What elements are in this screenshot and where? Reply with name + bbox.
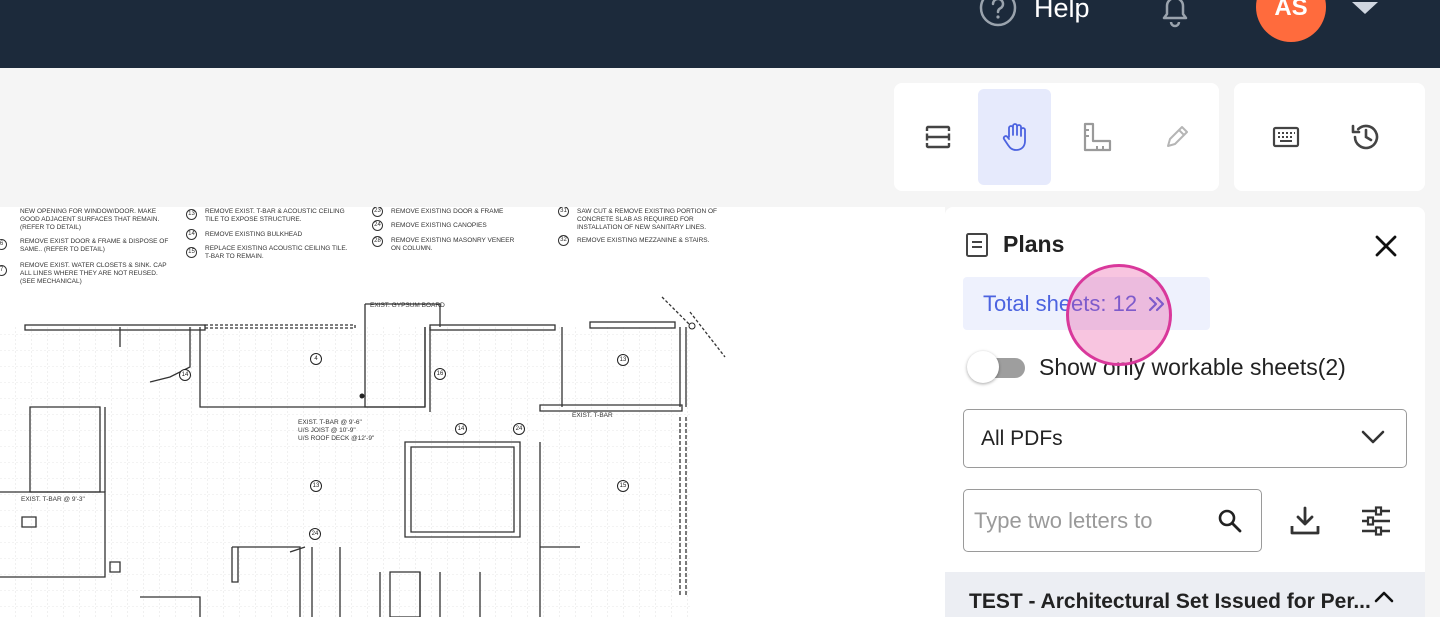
history-button[interactable] (1326, 89, 1406, 185)
drawing-note: EXIST. GYPSUM BOARD (370, 302, 445, 309)
search-icon[interactable] (1217, 508, 1243, 534)
chevron-up-icon (1374, 591, 1394, 603)
toggle-knob (967, 351, 999, 383)
viewer-toolbar (894, 83, 1219, 191)
document-icon (966, 232, 988, 257)
drawing-note: EXIST. T-BAR (572, 412, 613, 419)
keyboard-icon (1272, 126, 1300, 148)
keynote-tag: 24 (513, 423, 525, 435)
floor-plan-drawing (0, 296, 726, 617)
plan-set-header[interactable]: TEST - Architectural Set Issued for Per.… (945, 572, 1425, 617)
help-label: Help (1034, 0, 1090, 23)
sheet-search-input[interactable] (974, 507, 1189, 534)
history-icon (1351, 124, 1379, 150)
workable-sheets-toggle-row: Show only workable sheets(2) (967, 349, 1346, 385)
sheet-search-field (963, 489, 1262, 552)
keynote-tag: 14 (455, 423, 467, 435)
click-indicator (1066, 264, 1172, 366)
plans-panel: Plans Total sheets: 12 Show only workabl… (945, 207, 1425, 617)
keyboard-shortcuts-button[interactable] (1246, 89, 1326, 185)
pan-tool-button[interactable] (978, 89, 1051, 185)
ruler-measure-icon (1083, 122, 1112, 152)
help-circle-icon (979, 0, 1017, 27)
panel-title: Plans (1003, 231, 1065, 257)
workable-sheets-label: Show only workable sheets(2) (1039, 353, 1346, 380)
keynote-tag: 16 (434, 368, 446, 380)
split-view-icon (924, 125, 952, 149)
pdf-filter-select[interactable]: All PDFs (963, 409, 1407, 468)
top-navigation-bar: Help AS (0, 0, 1440, 68)
plan-set-title: TEST - Architectural Set Issued for Per.… (969, 590, 1371, 613)
sliders-icon (1362, 506, 1390, 536)
split-view-button[interactable] (898, 89, 978, 185)
keynote-tag: 14 (179, 369, 191, 381)
download-icon (1290, 506, 1320, 535)
filter-settings-button[interactable] (1356, 501, 1396, 541)
keynote-tag: 15 (617, 480, 629, 492)
keynote-tag: 13 (617, 354, 629, 366)
drawing-note: U/S JOIST @ 10'-9" (298, 427, 356, 434)
account-menu-caret-icon[interactable] (1352, 2, 1378, 14)
hand-pan-icon (1002, 123, 1026, 151)
measure-tool-button[interactable] (1057, 89, 1137, 185)
pdf-filter-value: All PDFs (981, 426, 1063, 450)
drawing-note: U/S ROOF DECK @12'-9" (298, 435, 375, 442)
markup-tool-button[interactable] (1137, 89, 1217, 185)
plans-panel-header: Plans (965, 231, 1064, 258)
drawing-note: EXIST. T-BAR @ 9'-3" (21, 496, 85, 503)
chevron-down-icon (1361, 430, 1385, 444)
workable-sheets-toggle[interactable] (967, 349, 1025, 385)
download-button[interactable] (1285, 501, 1325, 541)
keynote-tag: 13 (310, 480, 322, 492)
bell-icon (1162, 0, 1188, 28)
keynote-tag: 24 (309, 528, 321, 540)
user-avatar[interactable]: AS (1256, 0, 1326, 42)
help-link[interactable]: Help (978, 0, 1090, 28)
drawing-note: EXIST. T-BAR @ 9'-6" (298, 419, 362, 426)
pencil-markup-icon (1167, 126, 1188, 147)
close-icon (1375, 235, 1397, 257)
drawing-canvas[interactable]: NEW OPENING FOR WINDOW/DOOR. MAKE GOOD A… (0, 207, 945, 617)
keynote-tag: 4 (310, 353, 322, 365)
utility-toolbar (1234, 83, 1425, 191)
notifications-button[interactable] (1156, 0, 1194, 35)
close-panel-button[interactable] (1373, 233, 1399, 264)
